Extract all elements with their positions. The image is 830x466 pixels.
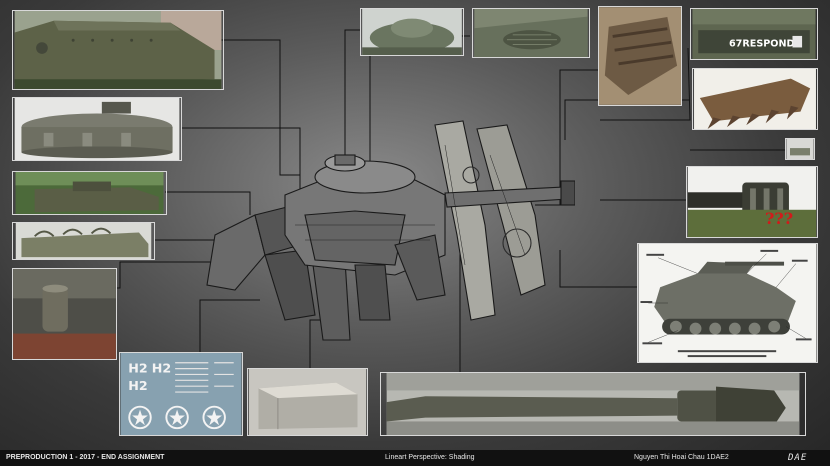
reference-photo-small-detail: [785, 138, 815, 160]
reference-board: H2 H2 H2 67RESPOND ??? PREPRODUCTION 1 -…: [0, 0, 830, 466]
footer-bar: PREPRODUCTION 1 - 2017 - END ASSIGNMENT …: [0, 450, 830, 466]
reference-decal-sheet: H2 H2 H2: [119, 352, 243, 436]
reference-photo-muzzle-brake: ???: [686, 166, 818, 238]
reference-photo-round-turret: [12, 97, 182, 161]
reference-photo-dome-hatch: [360, 8, 464, 56]
reference-photo-cylinder-part: [12, 268, 117, 360]
question-marks: ???: [765, 209, 794, 228]
reference-m10-technical-drawing: [637, 243, 818, 363]
turret-image: [14, 98, 180, 160]
reference-photo-vent-grille: [472, 8, 590, 58]
small-detail-image: [786, 139, 814, 159]
reference-photo-tank-forest: [12, 171, 167, 215]
footer-author: Nguyen Thi Hoai Chau 1DAE2: [634, 454, 729, 461]
spikes-image: [694, 69, 816, 129]
tank-plate-text: 67RESPOND: [729, 39, 795, 50]
m10-diagram-image: [638, 244, 817, 362]
dome-image: [362, 9, 462, 55]
decal-code-3: H2: [128, 378, 147, 393]
forest-tank-image: [15, 172, 164, 214]
decal-code-2: H2: [152, 361, 171, 376]
reference-photo-tank-hull-side: [12, 10, 224, 90]
plate-image: 67RESPOND: [692, 9, 816, 59]
decal-sheet-image: H2 H2 H2: [120, 353, 242, 435]
cylinder-image: [13, 269, 116, 359]
mech-lineart-shading: [206, 120, 575, 341]
reference-photo-spiked-roller: [692, 68, 818, 130]
reference-photo-tank-plate: 67RESPOND: [690, 8, 818, 60]
reference-photo-hull-rails: [12, 222, 155, 260]
reference-photo-gun-barrel: [380, 372, 806, 436]
decal-code-1: H2: [128, 361, 147, 376]
footer-assignment: PREPRODUCTION 1 - 2017 - END ASSIGNMENT: [6, 454, 165, 461]
grille-image: [474, 9, 588, 57]
reference-photo-rusty-tracks: [598, 6, 682, 106]
rails-image: [15, 223, 152, 259]
footer-topic: Lineart Perspective: Shading: [385, 454, 475, 461]
footer-logo: DAE: [788, 453, 808, 463]
muzzle-image: [687, 167, 817, 237]
concrete-image: [248, 369, 367, 435]
reference-photo-concrete-block: [247, 368, 368, 436]
tank-hull-image: [14, 11, 222, 89]
gun-barrel-image: [386, 373, 800, 435]
tracks-image: [599, 7, 681, 105]
